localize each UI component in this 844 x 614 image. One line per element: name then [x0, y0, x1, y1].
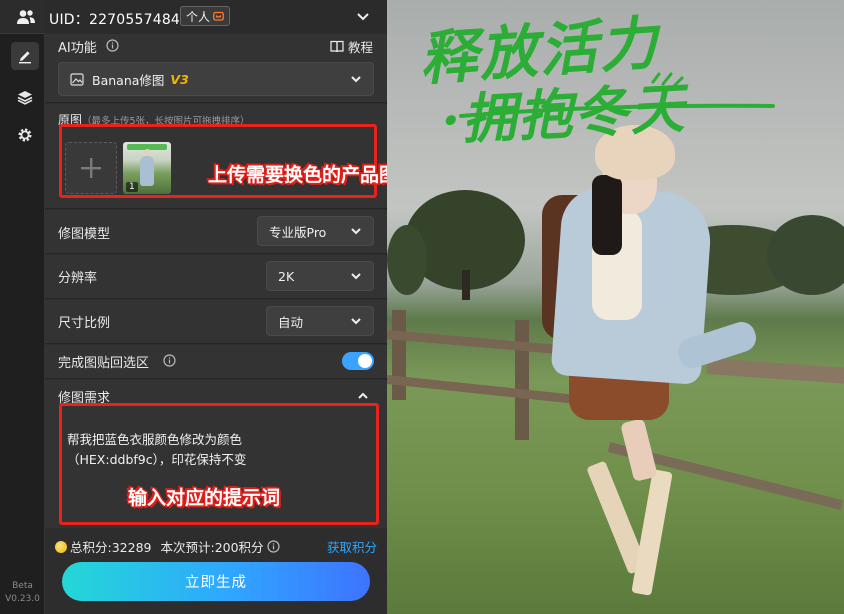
paste-back-label: 完成图贴回选区 [58, 356, 150, 371]
toggle-knob [358, 354, 372, 368]
users-icon [17, 10, 35, 24]
version-number: V0.23.0 [5, 594, 40, 604]
model-select[interactable]: 专业版Pro [257, 216, 374, 246]
generate-button[interactable]: 立即生成 [62, 562, 370, 601]
chevron-down-icon [351, 228, 361, 235]
ai-function-section: AI功能 教程 Banana修图 V3 [45, 34, 387, 103]
paste-back-toggle[interactable] [342, 352, 374, 370]
chevron-up-icon[interactable] [356, 389, 370, 403]
aspect-ratio-select[interactable]: 自动 [266, 306, 374, 336]
gear-icon [18, 128, 32, 142]
total-points: 总积分:32289 [70, 540, 152, 555]
resolution-row: 分辨率 2K [45, 255, 387, 299]
get-points-link[interactable]: 获取积分 [327, 537, 377, 556]
chevron-down-icon [351, 273, 361, 280]
title-art: 释放活力 ·拥抱冬天 [401, 4, 781, 164]
ai-tool-version: V3 [170, 71, 189, 87]
info-icon[interactable] [106, 39, 119, 52]
boot-right [631, 469, 673, 596]
fence-rail [706, 358, 844, 384]
model-value: 专业版Pro [269, 224, 327, 240]
uid-text: UID：2270557484 [49, 12, 181, 28]
image-edit-icon [70, 72, 84, 86]
coin-icon [55, 540, 67, 553]
tutorial-label: 教程 [347, 40, 373, 55]
version-channel: Beta [12, 581, 33, 591]
resolution-value: 2K [278, 268, 295, 284]
aspect-ratio-row: 尺寸比例 自动 [45, 300, 387, 344]
version-label: Beta V0.23.0 [0, 580, 45, 606]
model-label: 修图模型 [58, 227, 111, 242]
book-icon [330, 40, 344, 53]
tree-trunk [462, 270, 470, 300]
chevron-down-icon [351, 318, 361, 325]
leg [620, 417, 658, 483]
estimate-points: 本次预计:200积分 [160, 540, 264, 555]
aspect-ratio-label: 尺寸比例 [58, 316, 111, 331]
ai-tool-name: Banana修图 [92, 72, 165, 88]
edit-icon [19, 51, 31, 64]
chevron-down-icon[interactable] [355, 8, 371, 24]
tutorial-link[interactable]: 教程 [330, 37, 373, 56]
fence-post [392, 310, 406, 400]
tree-edge [387, 225, 427, 295]
account-type-badge[interactable]: 个人 [180, 6, 231, 26]
rail-settings-button[interactable] [11, 121, 39, 149]
tool-rail: Beta V0.23.0 [0, 0, 45, 614]
rail-edit-button[interactable] [11, 42, 39, 70]
title-underline [459, 72, 775, 118]
upload-annotation-callout: 上传需要换色的产品图 [208, 164, 399, 186]
model-row: 修图模型 专业版Pro [45, 210, 387, 254]
account-header: UID：2270557484 个人 [0, 0, 387, 34]
result-preview-image: 释放活力 ·拥抱冬天 [387, 0, 844, 614]
action-footer: 总积分:32289 本次预计:200积分 获取积分 立即生成 [45, 528, 387, 614]
resolution-select[interactable]: 2K [266, 261, 374, 291]
crown-icon [213, 11, 224, 21]
ai-function-label: AI功能 [58, 41, 97, 56]
ai-tool-select[interactable]: Banana修图 V3 [58, 62, 374, 96]
aspect-ratio-value: 自动 [278, 314, 304, 330]
chevron-down-icon [351, 76, 361, 83]
resolution-label: 分辨率 [58, 271, 98, 286]
settings-panel: AI功能 教程 Banana修图 V3 原图（最多上传5张，长按图片可拖拽排序）… [45, 34, 387, 614]
layers-icon [17, 91, 33, 105]
account-type-label: 个人 [186, 9, 211, 24]
fence-post [515, 320, 529, 440]
info-icon[interactable] [266, 540, 280, 553]
hair [592, 175, 622, 255]
points-summary: 总积分:32289 本次预计:200积分 [55, 537, 280, 556]
rail-layers-button[interactable] [11, 83, 39, 111]
prompt-annotation-callout: 输入对应的提示词 [128, 487, 281, 509]
paste-back-row: 完成图贴回选区 [45, 345, 387, 379]
info-icon[interactable] [163, 354, 176, 367]
